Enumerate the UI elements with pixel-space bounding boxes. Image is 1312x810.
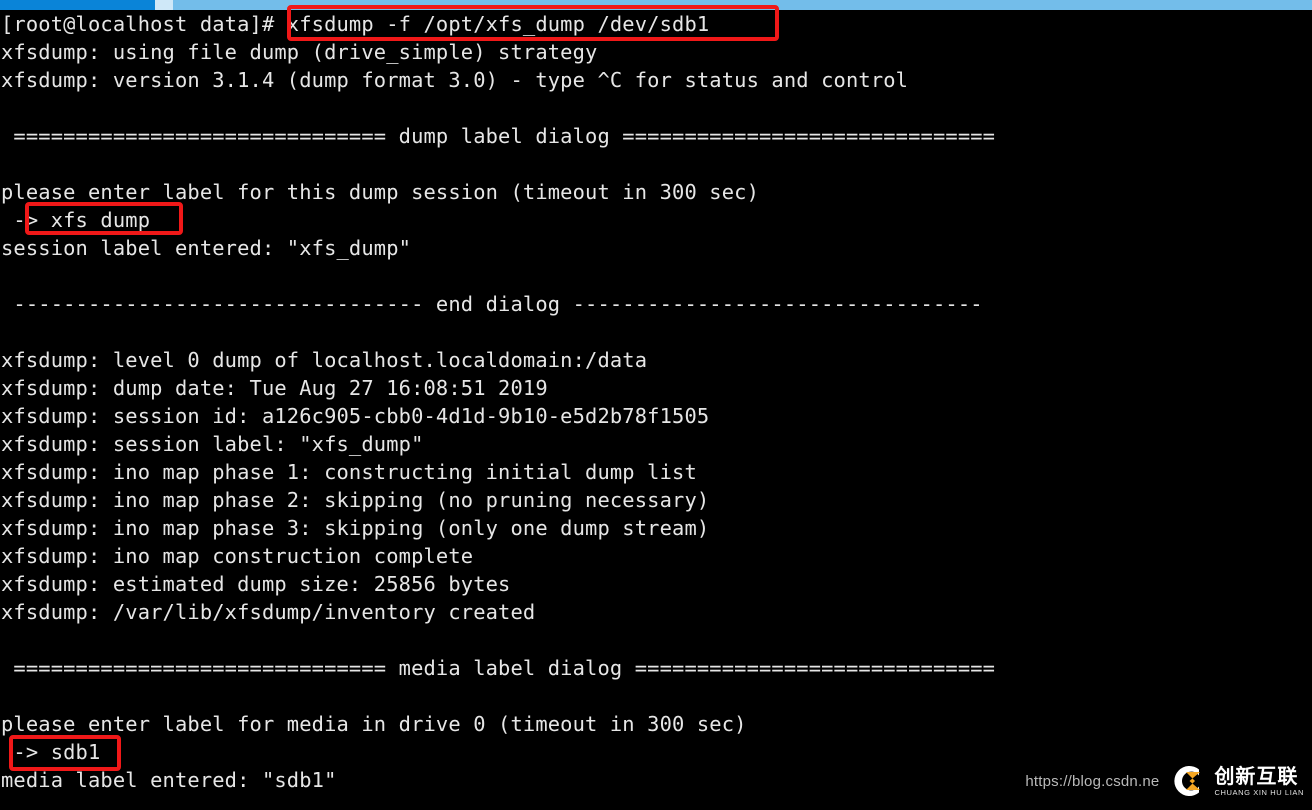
terminal-line: xfsdump: dump date: Tue Aug 27 16:08:51 … [1, 376, 548, 400]
terminal-line: xfsdump: /var/lib/xfsdump/inventory crea… [1, 600, 536, 624]
terminal-line: please enter label for media in drive 0 … [1, 712, 747, 736]
logo-mark-icon [1169, 762, 1207, 800]
watermark-url: https://blog.csdn.ne [1025, 772, 1160, 790]
terminal-line: please enter label for this dump session… [1, 180, 759, 204]
terminal-screen: [root@localhost data]# xfsdump -f /opt/x… [0, 0, 1312, 810]
watermark-logo: 创新互联 CHUANG XIN HU LIAN [1169, 762, 1304, 800]
terminal-line: xfsdump: version 3.1.4 (dump format 3.0)… [1, 68, 909, 92]
terminal-line: xfsdump: ino map phase 1: constructing i… [1, 460, 697, 484]
top-progress-bar[interactable] [0, 0, 1312, 10]
terminal-line: xfsdump: using file dump (drive_simple) … [1, 40, 598, 64]
terminal-line: xfsdump: session label: "xfs_dump" [1, 432, 424, 456]
terminal-output[interactable]: [root@localhost data]# xfsdump -f /opt/x… [0, 10, 1312, 810]
terminal-line: xfsdump: session id: a126c905-cbb0-4d1d-… [1, 404, 710, 428]
watermark-logo-pinyin: CHUANG XIN HU LIAN [1214, 787, 1304, 797]
watermark-logo-cn: 创新互联 [1214, 763, 1299, 788]
watermark: https://blog.csdn.ne 创新互联 CHUANG XIN HU … [1025, 762, 1304, 800]
terminal-line: [root@localhost data]# xfsdump -f /opt/x… [1, 12, 710, 36]
terminal-line: session label entered: "xfs_dump" [1, 236, 412, 260]
terminal-line: -> xfs_dump [1, 208, 151, 232]
progress-filled-segment [0, 0, 155, 10]
terminal-line: xfsdump: estimated dump size: 25856 byte… [1, 572, 511, 596]
terminal-line: xfsdump: ino map phase 3: skipping (only… [1, 516, 710, 540]
terminal-line: xfsdump: ino map construction complete [1, 544, 474, 568]
progress-marker-segment [155, 0, 173, 10]
terminal-line: ============================== dump labe… [1, 124, 996, 148]
terminal-line: xfsdump: ino map phase 2: skipping (no p… [1, 488, 710, 512]
progress-track-segment [173, 0, 1312, 10]
watermark-logo-text: 创新互联 CHUANG XIN HU LIAN [1214, 766, 1304, 797]
terminal-line: xfsdump: level 0 dump of localhost.local… [1, 348, 648, 372]
terminal-line: ============================== media lab… [1, 656, 996, 680]
terminal-line: --------------------------------- end di… [1, 292, 983, 316]
